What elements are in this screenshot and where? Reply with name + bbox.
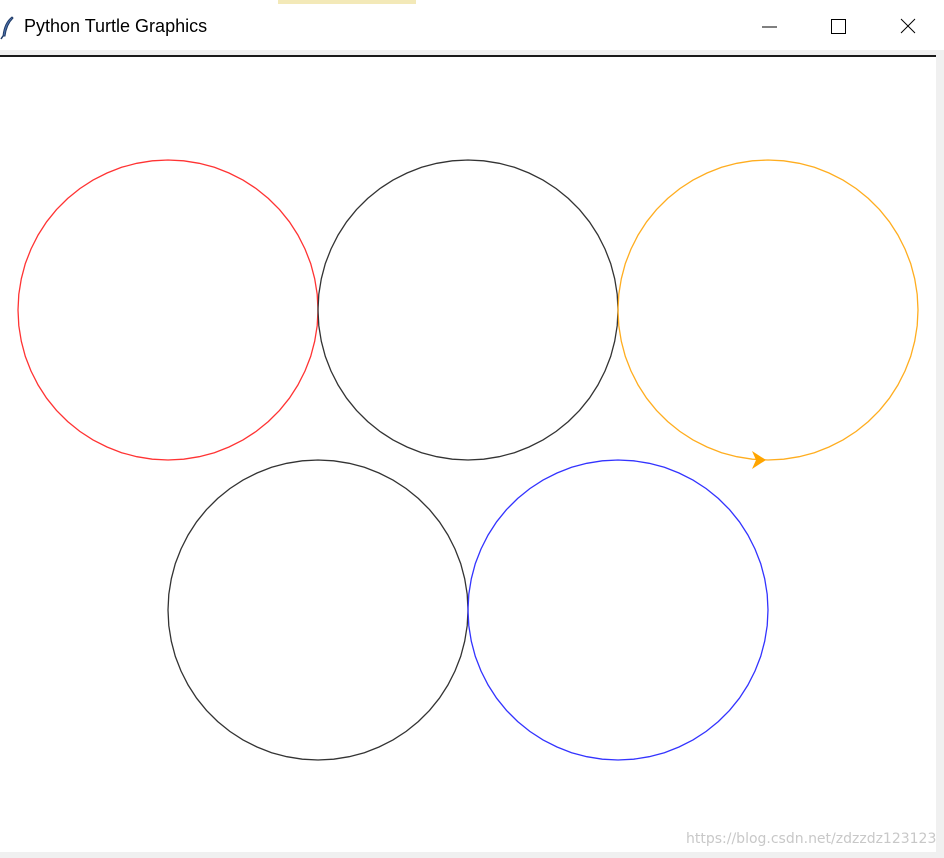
- black-circle-bottom: [167, 459, 469, 761]
- feather-icon: [0, 16, 16, 40]
- maximize-icon: [831, 19, 846, 34]
- canvas-right-edge: [936, 55, 944, 858]
- turtle-window: Python Turtle Graphics https://blog.csdn…: [0, 0, 944, 858]
- watermark-text: https://blog.csdn.net/zdzzdz123123: [686, 831, 937, 847]
- red-circle: [17, 159, 319, 461]
- drawing-surface: [17, 159, 919, 761]
- circles-layer: [17, 159, 919, 761]
- close-icon: [900, 18, 916, 34]
- blue-circle: [467, 459, 769, 761]
- canvas-bottom-edge: [0, 852, 944, 858]
- orange-circle: [617, 159, 919, 461]
- title-bar[interactable]: Python Turtle Graphics: [0, 4, 944, 50]
- maximize-button[interactable]: [804, 4, 874, 50]
- minimize-button[interactable]: [734, 4, 804, 50]
- turtle-canvas[interactable]: [0, 55, 944, 858]
- black-circle-top: [317, 159, 619, 461]
- turtle-arrow: [752, 451, 766, 469]
- window-title: Python Turtle Graphics: [24, 16, 208, 36]
- close-button[interactable]: [874, 4, 944, 50]
